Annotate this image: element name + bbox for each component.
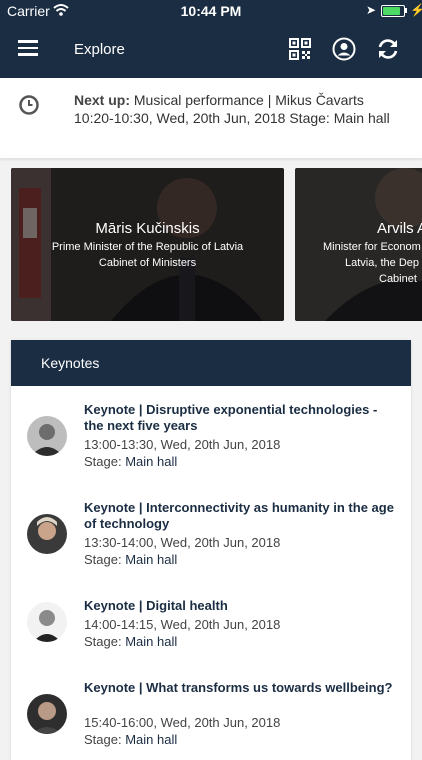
keynotes-panel: Keynotes Keynote | Disruptive exponentia… (11, 340, 411, 760)
stage-label: Stage: (84, 552, 122, 567)
speakers-carousel[interactable]: Māris Kučinskis Prime Minister of the Re… (0, 168, 422, 321)
avatar (27, 602, 67, 642)
charging-bolt-icon: ⚡ (410, 3, 422, 17)
stage-value: Main hall (125, 552, 178, 567)
session-stage: Stage: Main hall (84, 454, 177, 469)
list-item[interactable]: Keynote | Digital health 14:00-14:15, We… (11, 598, 411, 673)
status-bar: Carrier 10:44 PM ➤ ⚡ (0, 0, 422, 22)
next-up-label: Next up: (74, 92, 130, 108)
hamburger-menu-icon[interactable] (18, 40, 38, 56)
clock-icon (18, 94, 40, 116)
session-time: 15:40-16:00, Wed, 20th Jun, 2018 (84, 715, 281, 730)
sync-icon[interactable] (376, 37, 400, 61)
nav-bar: Explore (0, 22, 422, 78)
speaker-role-line: Cabinet of Ministers (98, 257, 197, 269)
battery-icon (381, 5, 405, 17)
list-item[interactable]: Keynote | Disruptive exponential technol… (11, 402, 411, 492)
stage-label: Stage: (84, 732, 122, 747)
battery-tip (405, 8, 407, 13)
speaker-role-line: Latvia, the Dep (345, 257, 419, 269)
speaker-name: Arvils A (377, 220, 422, 237)
speaker-card[interactable]: Māris Kučinskis Prime Minister of the Re… (11, 168, 284, 321)
avatar (27, 694, 67, 734)
next-up-line: Next up: Musical performance | Mikus Čav… (74, 92, 364, 108)
stage-value: Main hall (125, 634, 178, 649)
avatar (27, 416, 67, 456)
page-title: Explore (74, 41, 125, 58)
avatar (27, 514, 67, 554)
session-title: Keynote | Disruptive exponential technol… (84, 402, 378, 433)
session-stage: Stage: Main hall (84, 634, 177, 649)
location-arrow-icon: ➤ (366, 3, 377, 17)
speaker-role-line: Cabinet (379, 273, 417, 285)
stage-value: Main hall (125, 454, 178, 469)
speaker-role-line: Prime Minister of the Republic of Latvia (51, 241, 244, 253)
speaker-name: Māris Kučinskis (95, 220, 200, 237)
list-item[interactable]: Keynote | What transforms us towards wel… (11, 680, 411, 760)
stage-label: Stage: (84, 634, 122, 649)
speaker-card[interactable]: Arvils A Minister for Econom Latvia, the… (295, 168, 422, 321)
user-profile-icon[interactable] (332, 37, 356, 61)
speaker-role-line: Minister for Econom (323, 241, 421, 253)
session-time: 13:30-14:00, Wed, 20th Jun, 2018 (84, 535, 281, 550)
list-item[interactable]: Keynote | Interconnectivity as humanity … (11, 500, 411, 590)
stage-value: Main hall (125, 732, 178, 747)
session-title: Keynote | Digital health (84, 598, 228, 613)
qr-code-icon[interactable] (288, 37, 312, 61)
session-time: 13:00-13:30, Wed, 20th Jun, 2018 (84, 437, 281, 452)
session-stage: Stage: Main hall (84, 552, 177, 567)
session-title: Keynote | Interconnectivity as humanity … (84, 500, 394, 531)
next-up-details: 10:20-10:30, Wed, 20th Jun, 2018 Stage: … (74, 110, 390, 126)
session-time: 14:00-14:15, Wed, 20th Jun, 2018 (84, 617, 281, 632)
session-title: Keynote | What transforms us towards wel… (84, 680, 393, 695)
speaker-role: Minister for Econom Latvia, the Dep Cabi… (295, 239, 422, 287)
session-stage: Stage: Main hall (84, 732, 177, 747)
keynotes-header: Keynotes (11, 340, 411, 386)
keynotes-title: Keynotes (41, 355, 100, 371)
speaker-role: Prime Minister of the Republic of Latvia… (11, 239, 284, 271)
next-up-card[interactable]: Next up: Musical performance | Mikus Čav… (0, 78, 422, 159)
stage-label: Stage: (84, 454, 122, 469)
clock-time: 10:44 PM (180, 3, 242, 19)
next-up-title: Musical performance | Mikus Čavarts (133, 92, 364, 108)
